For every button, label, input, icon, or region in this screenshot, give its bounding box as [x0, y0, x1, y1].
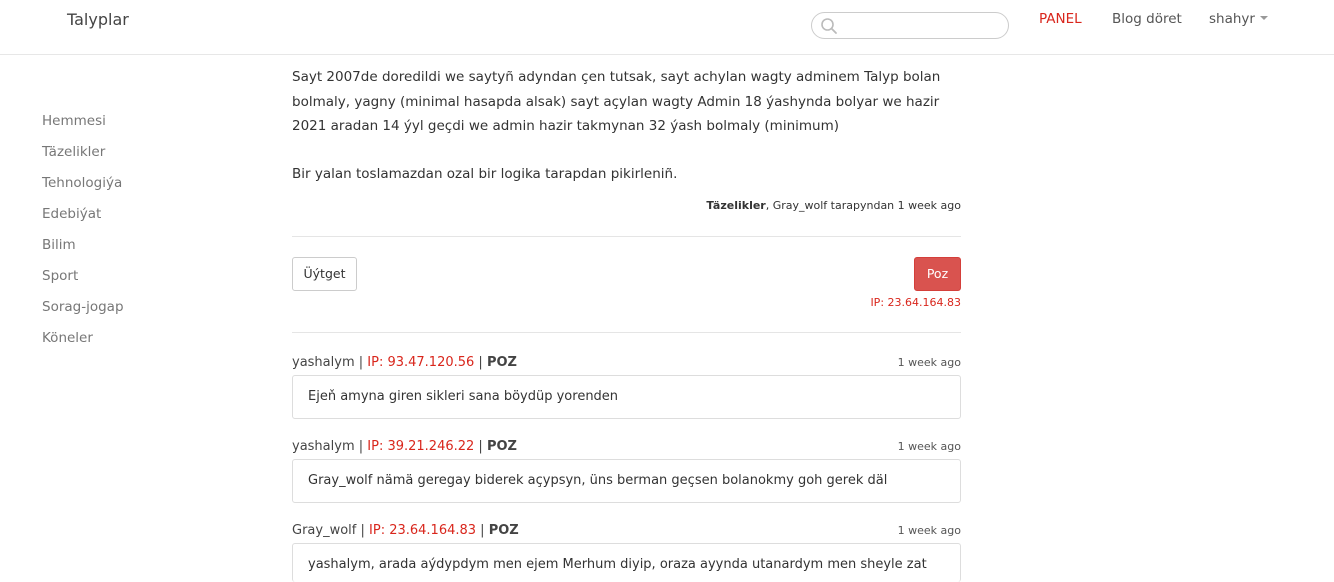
post-body: Sayt 2007de doredildi we saytyñ adyndan … — [292, 65, 961, 186]
delete-comment-link[interactable]: POZ — [489, 523, 519, 538]
comment-header: yashalym | IP: 93.47.120.56 | POZ 1 week… — [292, 355, 961, 375]
separator: | — [354, 355, 368, 370]
comment-time: 1 week ago — [897, 524, 961, 537]
comment-author[interactable]: Gray_wolf — [292, 523, 356, 538]
post-category[interactable]: Täzelikler — [706, 199, 765, 212]
brand-logo-link[interactable]: Talyplar — [67, 10, 129, 29]
comment-ip: IP: 23.64.164.83 — [369, 523, 477, 538]
chevron-down-icon — [1259, 16, 1268, 20]
edit-button[interactable]: Üýtget — [292, 257, 357, 291]
search-input[interactable] — [842, 16, 1002, 35]
delete-comment-link[interactable]: POZ — [487, 439, 517, 454]
sidebar-item-koneler[interactable]: Köneler — [42, 329, 124, 360]
sidebar-item-sorag-jogap[interactable]: Sorag-jogap — [42, 298, 124, 329]
sidebar-item-tazelikler[interactable]: Täzelikler — [42, 143, 124, 174]
category-sidebar: Hemmesi Täzelikler Tehnologiýa Edebiýat … — [42, 112, 124, 360]
comment-ip: IP: 39.21.246.22 — [367, 439, 475, 454]
sidebar-item-edebiyat[interactable]: Edebiýat — [42, 205, 124, 236]
separator: | — [354, 439, 368, 454]
comment-item: yashalym | IP: 93.47.120.56 | POZ 1 week… — [292, 355, 961, 419]
post-paragraph: Sayt 2007de doredildi we saytyñ adyndan … — [292, 69, 941, 134]
comment-item: Gray_wolf | IP: 23.64.164.83 | POZ 1 wee… — [292, 523, 961, 582]
separator: | — [476, 523, 489, 538]
search-icon — [821, 18, 837, 34]
comment-time: 1 week ago — [897, 356, 961, 369]
comment-author[interactable]: yashalym — [292, 355, 355, 370]
post-ip-address: IP: 23.64.164.83 — [870, 296, 961, 309]
search-box[interactable] — [811, 12, 1009, 39]
comment-author[interactable]: yashalym — [292, 439, 355, 454]
comment-text: Ejeň amyna giren sikleri sana böydüp yor… — [292, 375, 961, 419]
delete-button[interactable]: Poz — [914, 257, 961, 291]
comment-header: yashalym | IP: 39.21.246.22 | POZ 1 week… — [292, 439, 961, 459]
comment-time: 1 week ago — [897, 440, 961, 453]
post-paragraph: Bir yalan toslamazdan ozal bir logika ta… — [292, 165, 678, 182]
sidebar-item-bilim[interactable]: Bilim — [42, 236, 124, 267]
separator: | — [474, 439, 487, 454]
separator: | — [474, 355, 487, 370]
nav-create-blog-link[interactable]: Blog döret — [1112, 11, 1182, 27]
comment-ip: IP: 93.47.120.56 — [367, 355, 475, 370]
user-name: shahyr — [1209, 11, 1255, 27]
separator: | — [356, 523, 370, 538]
divider — [292, 332, 961, 333]
post-byline: , Gray_wolf tarapyndan 1 week ago — [765, 199, 961, 212]
sidebar-item-hemmesi[interactable]: Hemmesi — [42, 112, 124, 143]
divider — [292, 236, 961, 237]
delete-comment-link[interactable]: POZ — [487, 355, 517, 370]
user-menu-dropdown[interactable]: shahyr — [1209, 11, 1268, 27]
post-meta: Täzelikler, Gray_wolf tarapyndan 1 week … — [292, 199, 961, 212]
top-navbar: Talyplar PANEL Blog döret shahyr — [0, 0, 1334, 55]
sidebar-item-tehnologiya[interactable]: Tehnologiýa — [42, 174, 124, 205]
comment-text: Gray_wolf nämä geregay biderek açypsyn, … — [292, 459, 961, 503]
sidebar-item-sport[interactable]: Sport — [42, 267, 124, 298]
nav-panel-link[interactable]: PANEL — [1039, 11, 1082, 27]
comment-header: Gray_wolf | IP: 23.64.164.83 | POZ 1 wee… — [292, 523, 961, 543]
comment-item: yashalym | IP: 39.21.246.22 | POZ 1 week… — [292, 439, 961, 503]
comment-text: yashalym, arada aýdypdym men ejem Merhum… — [292, 543, 961, 582]
